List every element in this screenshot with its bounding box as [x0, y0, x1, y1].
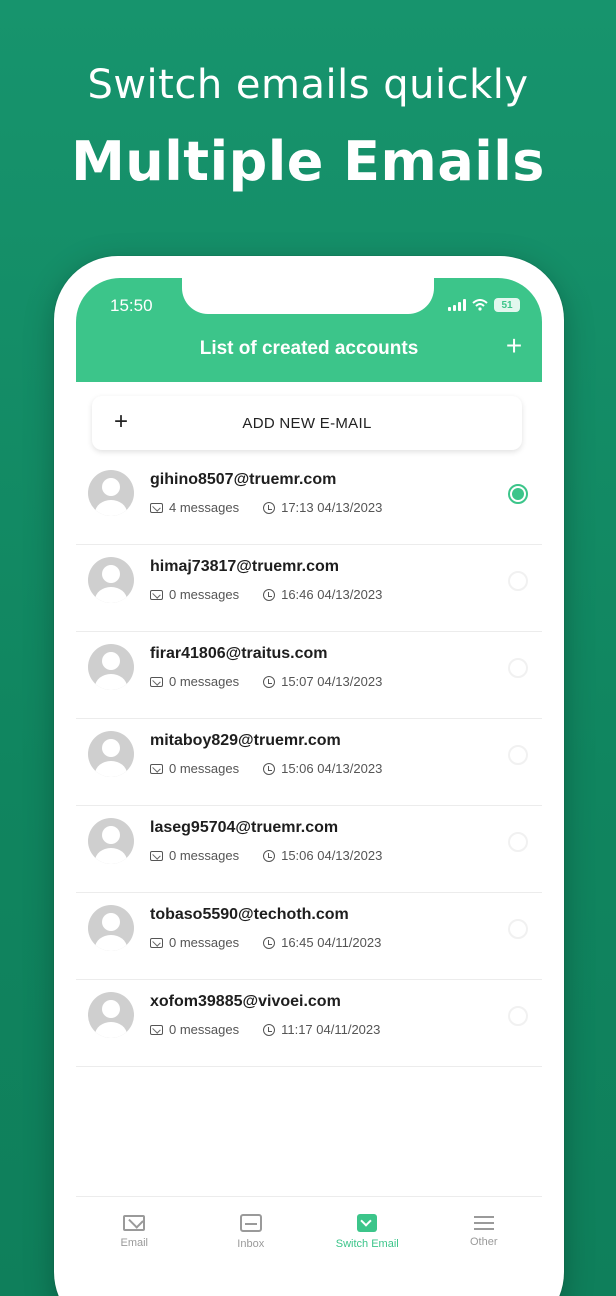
account-time: 16:45 04/11/2023	[281, 935, 382, 950]
promo-title: Multiple Emails	[71, 130, 545, 193]
nav-email[interactable]: Email	[76, 1197, 193, 1266]
message-count: 0 messages	[169, 935, 240, 950]
add-new-email-button[interactable]: + ADD NEW E-MAIL	[92, 396, 522, 450]
list-item[interactable]: mitaboy829@truemr.com 0 messages 15:06 0…	[76, 719, 542, 806]
avatar	[88, 992, 134, 1038]
wifi-icon	[472, 299, 488, 311]
select-radio[interactable]	[508, 484, 528, 504]
list-item[interactable]: himaj73817@truemr.com 0 messages 16:46 0…	[76, 545, 542, 632]
nav-switch-email[interactable]: Switch Email	[309, 1197, 426, 1266]
account-time: 15:07 04/13/2023	[281, 674, 383, 689]
account-meta: 0 messages 16:46 04/13/2023	[150, 587, 382, 602]
avatar	[88, 731, 134, 777]
account-email: gihino8507@truemr.com	[150, 471, 337, 488]
promo-subtitle: Switch emails quickly	[87, 62, 529, 108]
account-time: 17:13 04/13/2023	[281, 500, 383, 515]
avatar	[88, 818, 134, 864]
clock-icon	[263, 762, 276, 775]
nav-inbox[interactable]: Inbox	[193, 1197, 310, 1266]
avatar	[88, 557, 134, 603]
nav-label: Email	[120, 1236, 148, 1249]
account-meta: 0 messages 11:17 04/11/2023	[150, 1022, 380, 1037]
mail-icon	[123, 1214, 146, 1231]
account-meta: 0 messages 15:06 04/13/2023	[150, 848, 382, 863]
add-new-email-label: ADD NEW E-MAIL	[242, 414, 372, 432]
nav-label: Other	[469, 1235, 498, 1248]
account-time: 16:46 04/13/2023	[281, 587, 383, 602]
clock-icon	[263, 675, 276, 688]
account-meta: 0 messages 16:45 04/11/2023	[150, 935, 381, 950]
mail-icon	[150, 502, 163, 513]
plus-icon[interactable]: +	[502, 332, 526, 360]
avatar	[88, 905, 134, 951]
nav-other[interactable]: Other	[426, 1197, 543, 1266]
phone-frame: 15:50 51 List of created accounts + + AD…	[54, 256, 564, 1296]
avatar	[88, 644, 134, 690]
clock-icon	[263, 936, 276, 949]
app-header: 15:50 51 List of created accounts +	[76, 278, 542, 382]
notch	[182, 278, 434, 314]
list-item[interactable]: firar41806@traitus.com 0 messages 15:07 …	[76, 632, 542, 719]
select-radio[interactable]	[508, 745, 528, 765]
account-email: mitaboy829@truemr.com	[150, 732, 341, 749]
status-time: 15:50	[110, 296, 153, 315]
select-radio[interactable]	[508, 658, 528, 678]
account-time: 15:06 04/13/2023	[281, 848, 383, 863]
select-radio[interactable]	[508, 832, 528, 852]
account-email: tobaso5590@techoth.com	[150, 906, 349, 923]
phone-screen: 15:50 51 List of created accounts + + AD…	[76, 278, 542, 1296]
account-meta: 0 messages 15:07 04/13/2023	[150, 674, 382, 689]
switch-email-icon	[357, 1213, 378, 1232]
account-time: 15:06 04/13/2023	[281, 761, 383, 776]
clock-icon	[263, 501, 276, 514]
list-item[interactable]: xofom39885@vivoei.com 0 messages 11:17 0…	[76, 980, 542, 1067]
status-icons: 51	[448, 298, 520, 312]
inbox-icon	[239, 1213, 262, 1232]
signal-icon	[448, 299, 466, 311]
account-email: xofom39885@vivoei.com	[150, 993, 341, 1010]
mail-icon	[150, 676, 163, 687]
account-meta: 0 messages 15:06 04/13/2023	[150, 761, 382, 776]
nav-label: Switch Email	[335, 1237, 399, 1250]
account-meta: 4 messages 17:13 04/13/2023	[150, 500, 382, 515]
list-item[interactable]: tobaso5590@techoth.com 0 messages 16:45 …	[76, 893, 542, 980]
message-count: 4 messages	[169, 500, 240, 515]
account-email: laseg95704@truemr.com	[150, 819, 339, 836]
page-title: List of created accounts	[199, 338, 419, 359]
select-radio[interactable]	[508, 1006, 528, 1026]
message-count: 0 messages	[169, 848, 240, 863]
account-email: himaj73817@truemr.com	[150, 558, 340, 575]
mail-icon	[150, 763, 163, 774]
mail-icon	[150, 1024, 163, 1035]
list-item[interactable]: laseg95704@truemr.com 0 messages 15:06 0…	[76, 806, 542, 893]
message-count: 0 messages	[169, 587, 240, 602]
message-count: 0 messages	[169, 1022, 240, 1037]
bottom-nav: Email Inbox Switch Email Other	[76, 1196, 542, 1266]
clock-icon	[263, 849, 276, 862]
clock-icon	[263, 1023, 276, 1036]
mail-icon	[150, 937, 163, 948]
mail-icon	[150, 850, 163, 861]
clock-icon	[263, 588, 276, 601]
battery-icon: 51	[494, 298, 520, 312]
avatar	[88, 470, 134, 516]
select-radio[interactable]	[508, 571, 528, 591]
account-list: gihino8507@truemr.com 4 messages 17:13 0…	[76, 458, 542, 1067]
plus-icon: +	[114, 408, 129, 435]
message-count: 0 messages	[169, 674, 240, 689]
message-count: 0 messages	[169, 761, 240, 776]
mail-icon	[150, 589, 163, 600]
select-radio[interactable]	[508, 919, 528, 939]
account-email: firar41806@traitus.com	[150, 645, 328, 662]
account-time: 11:17 04/11/2023	[281, 1022, 381, 1037]
list-item[interactable]: gihino8507@truemr.com 4 messages 17:13 0…	[76, 458, 542, 545]
nav-label: Inbox	[237, 1237, 265, 1250]
menu-icon	[473, 1215, 494, 1230]
